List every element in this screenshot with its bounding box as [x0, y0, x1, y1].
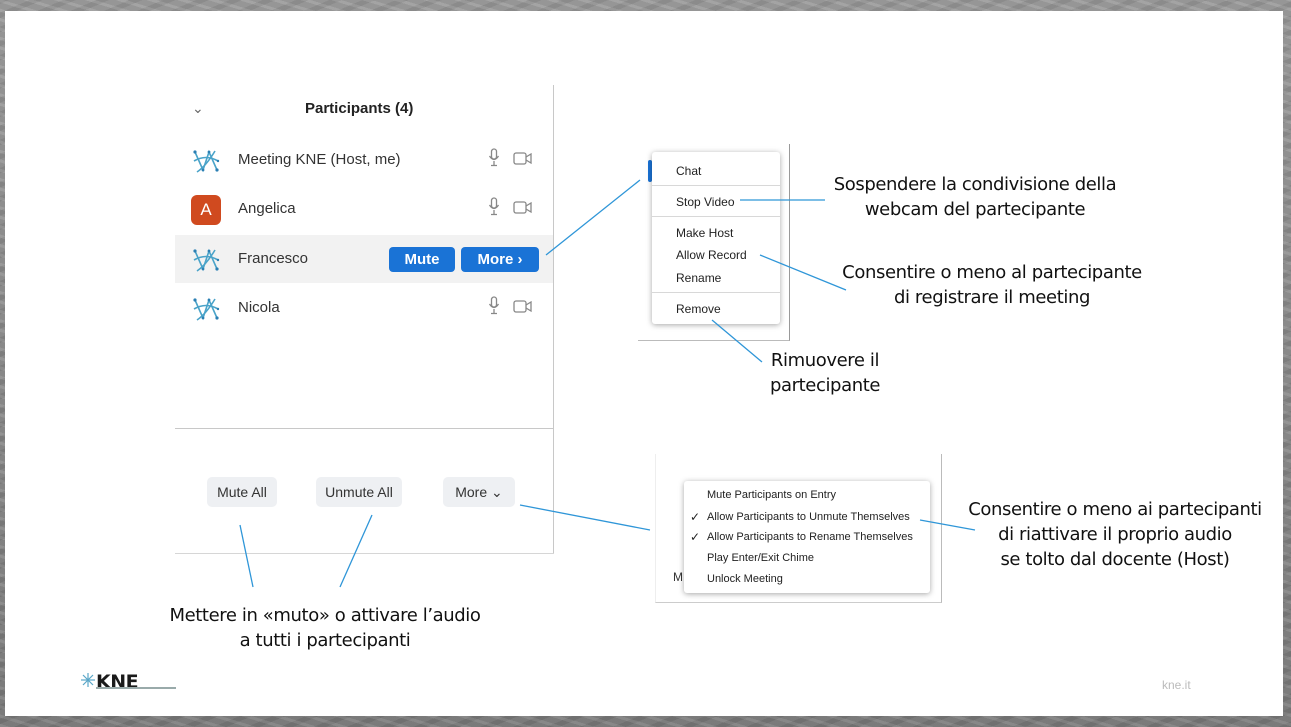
logo-tagline-bar — [96, 687, 176, 689]
annotation-mute-all: Mettere in «muto» o attivare l’audio a tu… — [169, 605, 481, 651]
kne-logo: KNE — [96, 671, 139, 693]
annotation-stop-video: Sospendere la condivisione della webcam d… — [833, 174, 1117, 220]
annotation-remove: Rimuovere il partecipante — [769, 350, 881, 396]
annotation-allow-record: Consentire o meno al partecipante di regi… — [842, 262, 1142, 308]
annotation-unmute: Consentire o meno ai partecipanti di riat… — [968, 499, 1262, 570]
site-url: kne.it — [1162, 678, 1191, 692]
snowflake-logo-icon — [81, 673, 95, 687]
